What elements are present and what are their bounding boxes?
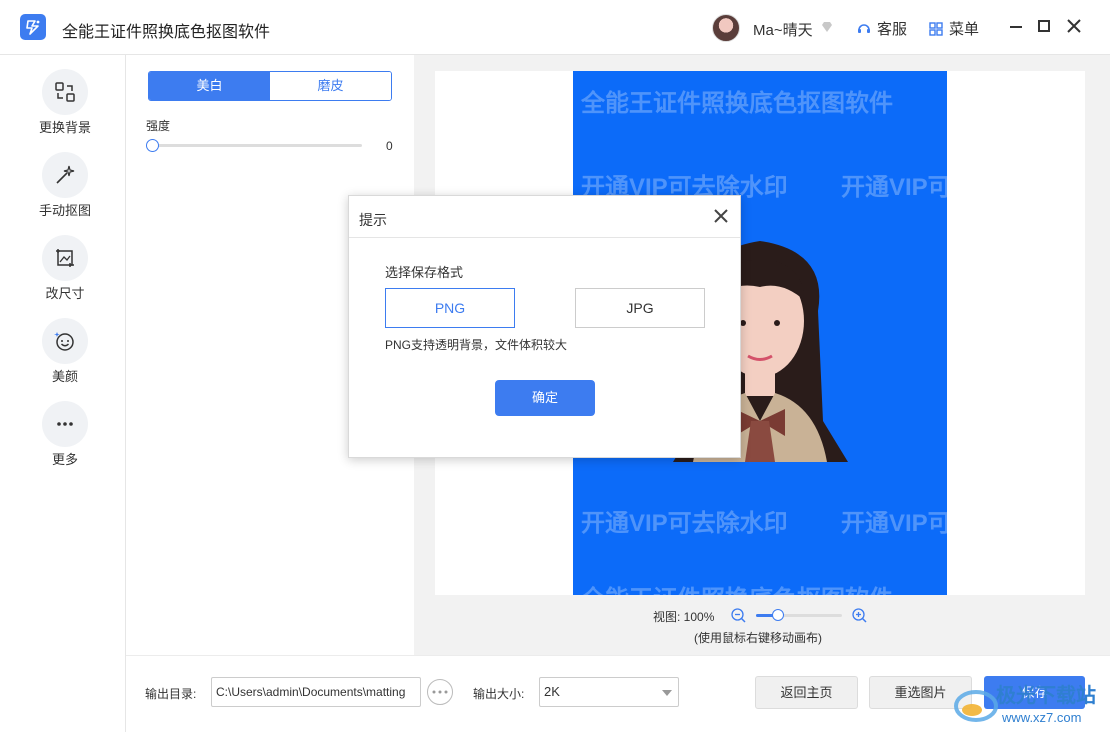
close-icon: [1067, 19, 1081, 33]
zoom-label: 视图: 100%: [653, 610, 715, 624]
chevron-down-icon: [662, 690, 672, 696]
grid-menu-icon: [929, 21, 943, 36]
beauty-tabs: 美白 磨皮: [148, 71, 392, 101]
dialog-title: 提示: [359, 212, 387, 228]
sidebar-item-manual-cutout[interactable]: 手动抠图: [0, 152, 126, 232]
close-button[interactable]: [1065, 16, 1083, 36]
sidebar-item-more[interactable]: 更多: [0, 401, 126, 481]
swap-background-icon: [42, 69, 88, 115]
format-jpg-button[interactable]: JPG: [575, 288, 705, 328]
browse-button[interactable]: [427, 679, 453, 705]
maximize-button[interactable]: [1035, 16, 1053, 36]
zoom-out-icon[interactable]: [731, 608, 746, 623]
strength-slider-handle[interactable]: [146, 139, 159, 152]
output-dir-input[interactable]: [211, 677, 421, 707]
avatar[interactable]: [712, 14, 740, 42]
sidebar-item-label: 改尺寸: [45, 286, 85, 301]
menu-button[interactable]: 菜单: [928, 18, 979, 39]
sidebar-item-label: 更多: [51, 452, 78, 467]
tab-whitening[interactable]: 美白: [149, 72, 270, 100]
ellipsis-icon: [432, 690, 448, 694]
output-size-label: 输出大小:: [473, 687, 525, 701]
sidebar-item-label: 更换背景: [38, 120, 91, 135]
confirm-button[interactable]: 确定: [495, 380, 595, 416]
app-title: 全能王证件照换底色抠图软件: [62, 24, 271, 41]
minimize-button[interactable]: [1007, 16, 1025, 36]
vip-diamond-icon: [822, 22, 832, 32]
site-watermark-url: www.xz7.com: [1001, 710, 1081, 725]
strength-value: 0: [386, 139, 393, 153]
watermark-vip: 开通VIP可去除水印: [581, 510, 788, 537]
watermark-title: 全能王证件照换底色抠图软件: [581, 90, 893, 117]
format-png-button[interactable]: PNG: [385, 288, 515, 328]
maximize-icon: [1038, 20, 1050, 32]
sidebar-item-beauty[interactable]: 美颜: [0, 318, 126, 398]
headset-icon: [858, 23, 870, 33]
watermark-title: 全能王证件照换底色抠图软件: [581, 579, 893, 595]
magic-wand-icon: [42, 152, 88, 198]
more-dots-icon: [42, 401, 88, 447]
zoom-hint: (使用鼠标右键移动画布): [694, 631, 822, 645]
zoom-in-icon[interactable]: [852, 608, 867, 623]
sidebar-item-label: 美颜: [51, 369, 78, 384]
app-logo-icon: [20, 14, 46, 40]
format-note: PNG支持透明背景，文件体积较大: [385, 338, 568, 352]
menu-label: 菜单: [949, 21, 980, 38]
site-watermark-name: 极光下载站: [996, 683, 1096, 707]
save-format-dialog: 提示 选择保存格式 PNG JPG PNG支持透明背景，文件体积较大 确定: [348, 195, 741, 458]
format-label: 选择保存格式: [385, 265, 464, 280]
strength-label: 强度: [146, 119, 171, 133]
customer-service-button[interactable]: 客服: [856, 18, 907, 39]
dialog-divider: [349, 237, 740, 238]
sidebar-item-resize[interactable]: 改尺寸: [0, 235, 126, 315]
title-bar: 全能王证件照换底色抠图软件 Ma~晴天 客服 菜单: [0, 0, 1110, 55]
output-size-value: 2K: [544, 684, 560, 699]
watermark-vip: 开通VIP可去除水印: [841, 174, 947, 201]
sidebar-item-label: 手动抠图: [38, 203, 91, 218]
minimize-icon: [1010, 26, 1022, 28]
dialog-close-icon[interactable]: [713, 208, 729, 224]
site-watermark: 极光下载站 www.xz7.com: [954, 683, 1096, 725]
service-label: 客服: [877, 21, 908, 38]
strength-slider-track[interactable]: [154, 144, 362, 147]
watermark-vip: 开通VIP可去除水印: [841, 510, 947, 537]
sidebar-item-change-background[interactable]: 更换背景: [0, 69, 126, 149]
sidebar: 更换背景 手动抠图 改尺寸 美颜 更多: [0, 55, 126, 732]
face-smile-icon: [42, 318, 88, 364]
tab-smoothing[interactable]: 磨皮: [270, 72, 391, 100]
zoom-slider-handle[interactable]: [772, 609, 784, 621]
output-dir-label: 输出目录:: [145, 687, 197, 701]
output-size-select[interactable]: 2K: [539, 677, 679, 707]
username[interactable]: Ma~晴天: [753, 19, 813, 40]
back-home-button[interactable]: 返回主页: [755, 676, 858, 709]
resize-icon: [42, 235, 88, 281]
